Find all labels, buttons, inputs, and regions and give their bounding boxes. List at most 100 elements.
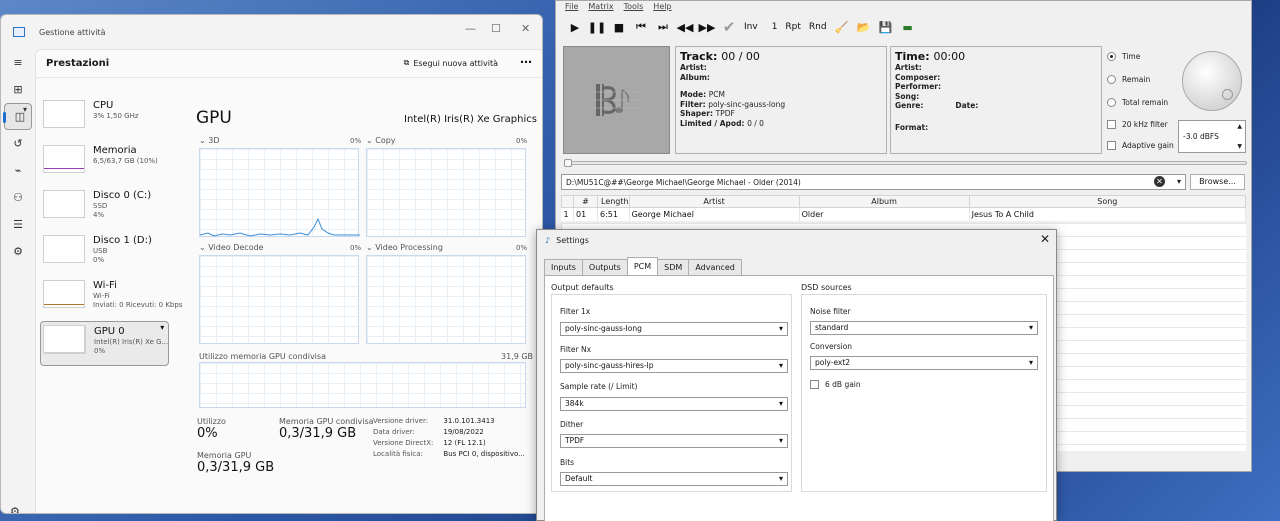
output-device-icon[interactable]: ▬ (901, 20, 915, 34)
tab-advanced[interactable]: Advanced (688, 259, 742, 275)
info-key: Versione DirectX: (373, 439, 434, 447)
more-options-button[interactable]: ⋯ (520, 55, 532, 69)
track-artist: Artist: (680, 63, 707, 72)
col-song[interactable]: Song (968, 195, 1247, 208)
shared-memory-graph (199, 362, 526, 408)
graph-copy-label[interactable]: ⌄ Copy (366, 136, 396, 145)
volume-knob[interactable] (1182, 51, 1242, 111)
seek-slider[interactable] (564, 159, 1247, 167)
performance-icon[interactable]: ◫ (3, 103, 32, 130)
next-track-icon[interactable]: ⏭ (656, 20, 670, 34)
services-icon[interactable]: ⚙ (1, 238, 35, 265)
filter1x-label: Filter 1x (560, 307, 591, 316)
player-toolbar: ▶ ❚❚ ■ ⏮ ⏭ ◀◀ ▶▶ ✔ Inv 1 Rpt Rnd 🧹 📂 💾 ▬ (556, 13, 1251, 41)
settings-close-icon[interactable]: ✕ (1040, 232, 1050, 246)
check-icon[interactable]: ✔ (722, 18, 736, 36)
col-number[interactable]: # (573, 195, 598, 208)
col-album[interactable]: Album (798, 195, 970, 208)
sidebar-item[interactable]: Disco 0 (C:) SSD 4% (40, 186, 176, 231)
menu-item[interactable]: Matrix (588, 1, 613, 12)
sidebar-item[interactable]: Disco 1 (D:) USB 0% (40, 231, 176, 276)
filterNx-select[interactable]: poly-sinc-gauss-hires-lp (560, 359, 788, 373)
radio-remain[interactable]: Remain (1107, 75, 1150, 84)
gain-spinbox[interactable]: -3.0 dBFS ▲ ▼ (1178, 120, 1246, 153)
checkbox-6db-gain[interactable]: 6 dB gain (810, 380, 861, 389)
save-icon[interactable]: 💾 (879, 20, 893, 34)
details-icon[interactable]: ☰ (1, 211, 35, 238)
app-history-icon[interactable]: ↺ (1, 130, 35, 157)
bits-label: Bits (560, 458, 575, 467)
graph-video-decode (199, 255, 359, 344)
random-button[interactable]: Rnd (809, 22, 827, 32)
col-index[interactable] (561, 195, 574, 208)
playlist-header: # Length Artist Album Song (561, 195, 1247, 208)
invert-button[interactable]: Inv (744, 22, 758, 32)
tab-outputs[interactable]: Outputs (581, 259, 628, 275)
spin-up-icon[interactable]: ▲ (1237, 123, 1242, 130)
sidebar-item[interactable]: Memoria 6,5/63,7 GB (10%) (40, 141, 176, 186)
checkbox-20khz-filter[interactable]: 20 kHz filter (1107, 120, 1168, 129)
noise-filter-select[interactable]: standard (810, 321, 1038, 335)
path-input[interactable]: D:\MU51C@##\George Michael\George Michae… (561, 174, 1186, 190)
util-label: Utilizzo (197, 417, 226, 426)
startup-apps-icon[interactable]: ⌁ (1, 157, 35, 184)
repeat-button[interactable]: Rpt (785, 22, 801, 32)
sidebar-item[interactable]: Wi-Fi Wi-Fi Inviati: 0 Ricevuti: 0 Kbps (40, 276, 182, 321)
dsd-sources-title: DSD sources (801, 283, 852, 292)
row-length: 6:51 (597, 207, 630, 221)
radio-time[interactable]: Time (1107, 52, 1140, 61)
tab-inputs[interactable]: Inputs (544, 259, 583, 275)
menu-item[interactable]: File (565, 1, 578, 12)
sidebar-item[interactable]: CPU 3% 1,50 GHz (40, 96, 176, 141)
graph-video-processing-label[interactable]: ⌄ Video Processing (366, 243, 443, 252)
browse-button[interactable]: Browse... (1190, 174, 1245, 190)
shared-mem-stat: Memoria GPU condivisa 0,3/31,9 GB (279, 417, 374, 441)
conversion-select[interactable]: poly-ext2 (810, 356, 1038, 370)
sidebar-thumbnail (43, 190, 85, 218)
processes-icon[interactable]: ⊞ (1, 76, 35, 103)
seek-slider-handle[interactable] (564, 159, 572, 167)
gpu-mem-label: Memoria GPU (197, 451, 252, 460)
close-icon[interactable]: ✕ (521, 22, 530, 35)
menu-item[interactable]: Help (653, 1, 671, 12)
sidebar-item-detail: 0% (94, 347, 106, 355)
filter1x-select[interactable]: poly-sinc-gauss-long (560, 322, 788, 336)
fast-forward-icon[interactable]: ▶▶ (699, 20, 716, 34)
hamburger-menu-icon[interactable]: ≡ (1, 49, 35, 76)
graph-3d-line (200, 217, 360, 237)
maximize-icon[interactable]: ☐ (491, 22, 501, 35)
menu-item[interactable]: Tools (624, 1, 644, 12)
col-length[interactable]: Length (597, 195, 630, 208)
time-format: Format: (895, 122, 929, 132)
broom-icon[interactable]: 🧹 (835, 20, 849, 34)
tab-sdm[interactable]: SDM (657, 259, 690, 275)
path-dropdown-icon[interactable]: ▾ (1177, 177, 1181, 186)
dither-select[interactable]: TPDF (560, 434, 788, 448)
play-icon[interactable]: ▶ (568, 20, 582, 34)
minimize-icon[interactable]: — (465, 22, 476, 35)
users-icon[interactable]: ⚇ (1, 184, 35, 211)
spin-down-icon[interactable]: ▼ (1237, 143, 1242, 150)
sidebar-item-detail: 0% (93, 256, 105, 264)
single-button[interactable]: 1 (772, 22, 778, 32)
sidebar-item-title: GPU 0 (94, 326, 125, 337)
bits-select[interactable]: Default (560, 472, 788, 486)
samplerate-select[interactable]: 384k (560, 397, 788, 411)
tab-pcm[interactable]: PCM (626, 257, 659, 275)
checkbox-adaptive-gain[interactable]: Adaptive gain (1107, 141, 1174, 150)
pause-icon[interactable]: ❚❚ (588, 20, 606, 34)
clear-path-icon[interactable]: ✕ (1154, 176, 1165, 187)
sidebar-item-detail: Inviati: 0 Ricevuti: 0 Kbps (93, 301, 183, 309)
graph-3d-label[interactable]: ⌄ 3D (199, 136, 220, 145)
previous-track-icon[interactable]: ⏮ (634, 20, 648, 34)
table-row[interactable]: 1 01 6:51 George Michael Older Jesus To … (561, 207, 1247, 221)
settings-gear-icon[interactable]: ⚙ (10, 505, 20, 513)
col-artist[interactable]: Artist (628, 195, 800, 208)
radio-total-remain[interactable]: Total remain (1107, 98, 1168, 107)
open-folder-icon[interactable]: 📂 (857, 20, 871, 34)
time-composer: Composer: (895, 72, 941, 82)
run-new-task-button[interactable]: ⧉ Esegui nuova attività (404, 58, 498, 68)
rewind-icon[interactable]: ◀◀ (677, 20, 694, 34)
stop-icon[interactable]: ■ (612, 20, 626, 34)
graph-video-decode-label[interactable]: ⌄ Video Decode (199, 243, 264, 252)
